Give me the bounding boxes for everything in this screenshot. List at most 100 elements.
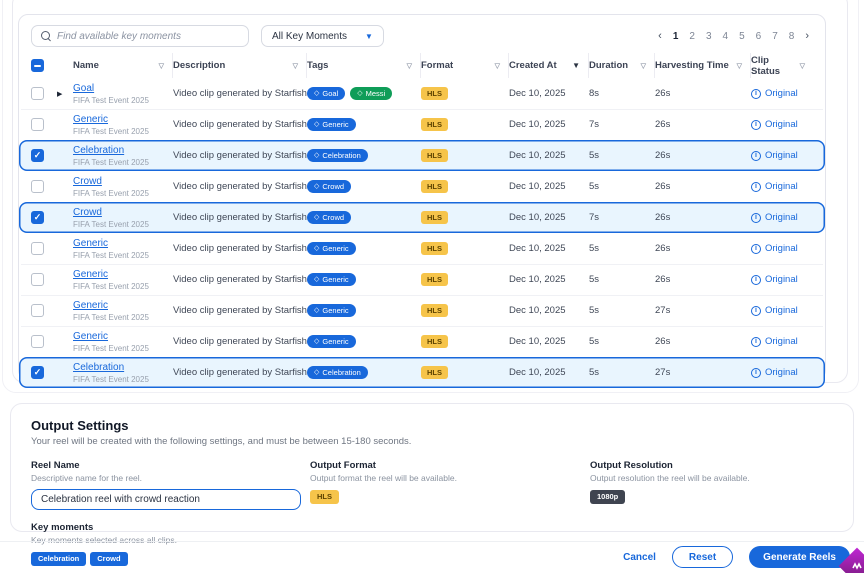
- table-row[interactable]: ▶ Generic FIFA Test Event 2025 Video cli…: [19, 264, 825, 295]
- page-number-6[interactable]: 6: [756, 31, 762, 42]
- filter-icon[interactable]: ▽: [800, 62, 805, 70]
- row-format-cell: HLS: [421, 118, 509, 132]
- format-badge: HLS: [421, 335, 448, 349]
- clip-name-link[interactable]: Generic: [73, 331, 108, 342]
- filter-selected-value: All Key Moments: [272, 31, 347, 42]
- row-duration-cell: 5s: [589, 150, 655, 161]
- row-description-cell: Video clip generated by Starfish: [173, 274, 307, 285]
- key-moments-filter-dropdown[interactable]: All Key Moments ▼: [261, 25, 384, 47]
- generate-reels-button[interactable]: Generate Reels: [749, 546, 850, 568]
- row-checkbox[interactable]: [31, 335, 44, 348]
- row-checkbox[interactable]: [31, 180, 44, 193]
- filter-icon[interactable]: ▽: [495, 62, 500, 70]
- cancel-button[interactable]: Cancel: [623, 552, 656, 563]
- row-checkbox[interactable]: [31, 118, 44, 131]
- tag-badge: ◇Generic: [307, 304, 356, 317]
- col-name: Name ▽: [73, 53, 173, 78]
- clip-status-label[interactable]: Original: [765, 305, 798, 316]
- page-number-1[interactable]: 1: [673, 31, 679, 42]
- page-number-7[interactable]: 7: [772, 31, 778, 42]
- key-moments-table-card: Find available key moments All Key Momen…: [18, 14, 826, 380]
- table-row[interactable]: ▶ Generic FIFA Test Event 2025 Video cli…: [19, 233, 825, 264]
- row-created-at-cell: Dec 10, 2025: [509, 336, 589, 347]
- row-expander-cell: ▶: [57, 305, 73, 316]
- table-row[interactable]: ▶ Generic FIFA Test Event 2025 Video cli…: [19, 326, 825, 357]
- row-checkbox[interactable]: [31, 87, 44, 100]
- tag-icon: ◇: [314, 121, 319, 128]
- page-number-5[interactable]: 5: [739, 31, 745, 42]
- filter-icon[interactable]: ▽: [293, 62, 298, 70]
- reset-button[interactable]: Reset: [672, 546, 733, 568]
- clip-name-link[interactable]: Generic: [73, 114, 108, 125]
- clip-name-link[interactable]: Generic: [73, 269, 108, 280]
- clip-name-link[interactable]: Celebration: [73, 362, 124, 373]
- table-row[interactable]: ▶ Crowd FIFA Test Event 2025 Video clip …: [19, 171, 825, 202]
- row-name-cell: Crowd FIFA Test Event 2025: [73, 176, 173, 198]
- row-duration-cell: 5s: [589, 181, 655, 192]
- pagination: ‹ 12345678 ›: [658, 30, 813, 42]
- col-tags-label: Tags: [307, 60, 328, 71]
- tag-icon: ◇: [314, 276, 319, 283]
- clip-status-label[interactable]: Original: [765, 119, 798, 130]
- page-number-4[interactable]: 4: [723, 31, 729, 42]
- page-number-3[interactable]: 3: [706, 31, 712, 42]
- row-checkbox[interactable]: [31, 211, 44, 224]
- search-input[interactable]: Find available key moments: [31, 25, 249, 47]
- table-row[interactable]: ▶ Generic FIFA Test Event 2025 Video cli…: [19, 295, 825, 326]
- expand-row-icon[interactable]: ▶: [57, 91, 62, 98]
- clip-name-link[interactable]: Crowd: [73, 176, 102, 187]
- reel-name-label: Reel Name: [31, 460, 310, 471]
- sort-descending-icon[interactable]: ▼: [572, 61, 580, 70]
- row-duration-cell: 5s: [589, 305, 655, 316]
- clip-status-label[interactable]: Original: [765, 88, 798, 99]
- reel-name-description: Descriptive name for the reel.: [31, 473, 310, 483]
- row-checkbox[interactable]: [31, 242, 44, 255]
- row-harvesting-time-cell: 27s: [655, 367, 751, 378]
- row-checkbox[interactable]: [31, 304, 44, 317]
- prev-page-icon[interactable]: ‹: [658, 30, 662, 42]
- row-checkbox[interactable]: [31, 273, 44, 286]
- clip-event-label: FIFA Test Event 2025: [73, 375, 173, 384]
- page-number-8[interactable]: 8: [789, 31, 795, 42]
- clip-name-link[interactable]: Celebration: [73, 145, 124, 156]
- filter-icon[interactable]: ▽: [641, 62, 646, 70]
- row-checkbox[interactable]: [31, 149, 44, 162]
- clip-status-label[interactable]: Original: [765, 212, 798, 223]
- table-row[interactable]: ▶ Goal FIFA Test Event 2025 Video clip g…: [19, 78, 825, 109]
- filter-icon[interactable]: ▽: [407, 62, 412, 70]
- table-row[interactable]: ▶ Celebration FIFA Test Event 2025 Video…: [19, 357, 825, 388]
- footer-divider: [0, 541, 864, 542]
- row-checkbox[interactable]: [31, 366, 44, 379]
- clip-status-label[interactable]: Original: [765, 274, 798, 285]
- output-resolution-badge: 1080p: [590, 490, 625, 504]
- next-page-icon[interactable]: ›: [805, 30, 809, 42]
- clip-event-label: FIFA Test Event 2025: [73, 158, 173, 167]
- row-duration-cell: 5s: [589, 336, 655, 347]
- clip-status-label[interactable]: Original: [765, 367, 798, 378]
- col-format-label: Format: [421, 60, 453, 71]
- table-row[interactable]: ▶ Celebration FIFA Test Event 2025 Video…: [19, 140, 825, 171]
- clip-name-link[interactable]: Goal: [73, 83, 94, 94]
- tag-icon: ◇: [314, 369, 319, 376]
- clip-status-label[interactable]: Original: [765, 243, 798, 254]
- clip-name-link[interactable]: Generic: [73, 300, 108, 311]
- row-checkbox-cell: [31, 242, 57, 255]
- clip-status-label[interactable]: Original: [765, 181, 798, 192]
- clip-name-link[interactable]: Crowd: [73, 207, 102, 218]
- output-settings-card: Output Settings Your reel will be create…: [10, 403, 854, 532]
- info-icon: i: [751, 306, 761, 316]
- clip-name-link[interactable]: Generic: [73, 238, 108, 249]
- select-all-checkbox[interactable]: [31, 59, 44, 72]
- row-name-cell: Crowd FIFA Test Event 2025: [73, 207, 173, 229]
- table-row[interactable]: ▶ Crowd FIFA Test Event 2025 Video clip …: [19, 202, 825, 233]
- filter-icon[interactable]: ▽: [737, 62, 742, 70]
- row-tags-cell: ◇Celebration: [307, 366, 421, 379]
- clip-status-label[interactable]: Original: [765, 150, 798, 161]
- filter-icon[interactable]: ▽: [159, 62, 164, 70]
- row-harvesting-time-cell: 26s: [655, 336, 751, 347]
- page-number-2[interactable]: 2: [689, 31, 695, 42]
- table-row[interactable]: ▶ Generic FIFA Test Event 2025 Video cli…: [19, 109, 825, 140]
- clip-status-label[interactable]: Original: [765, 336, 798, 347]
- reel-name-input[interactable]: [31, 489, 301, 510]
- row-tags-cell: ◇Generic: [307, 273, 421, 286]
